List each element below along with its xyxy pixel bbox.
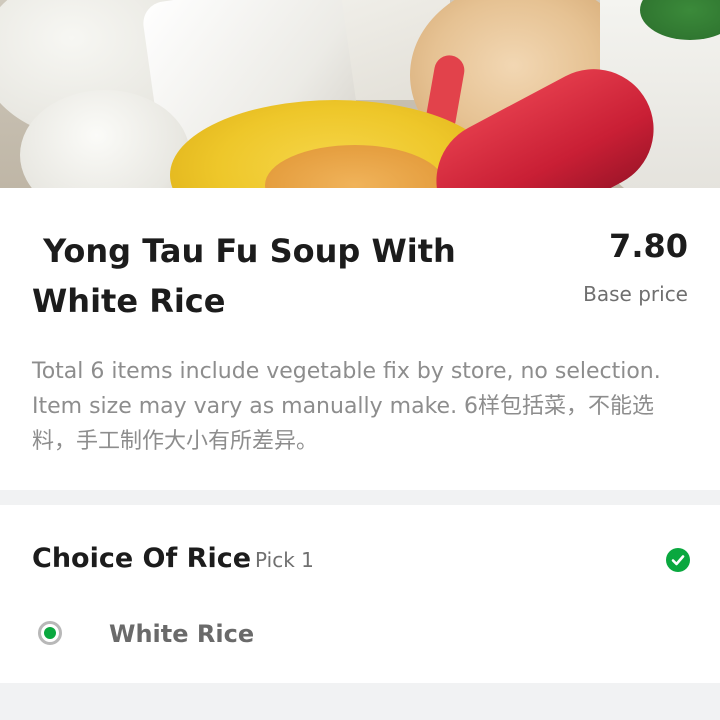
food-photo [0, 0, 720, 188]
section-divider [0, 683, 720, 720]
item-title: Yong Tau Fu Soup With White Rice [32, 232, 456, 320]
rice-option-group: Choice Of Rice Pick 1 White Rice [0, 505, 720, 683]
radio-selected-dot [44, 627, 56, 639]
option-group-title: Choice Of Rice [32, 543, 252, 574]
option-white-rice[interactable]: White Rice [0, 603, 720, 667]
check-circle-icon [666, 548, 690, 572]
menu-item-page: Yong Tau Fu Soup With White Rice 7.80 Ba… [0, 0, 720, 720]
option-group-header: Choice Of Rice Pick 1 [32, 541, 314, 578]
radio-button[interactable] [38, 621, 62, 645]
item-price: 7.80 [609, 227, 688, 265]
item-description: Total 6 items include vegetable fix by s… [32, 359, 661, 454]
price-caption: Base price [583, 282, 688, 306]
option-group-rule: Pick 1 [255, 548, 314, 572]
item-info-card: Yong Tau Fu Soup With White Rice 7.80 Ba… [0, 188, 720, 490]
option-label: White Rice [109, 620, 255, 648]
